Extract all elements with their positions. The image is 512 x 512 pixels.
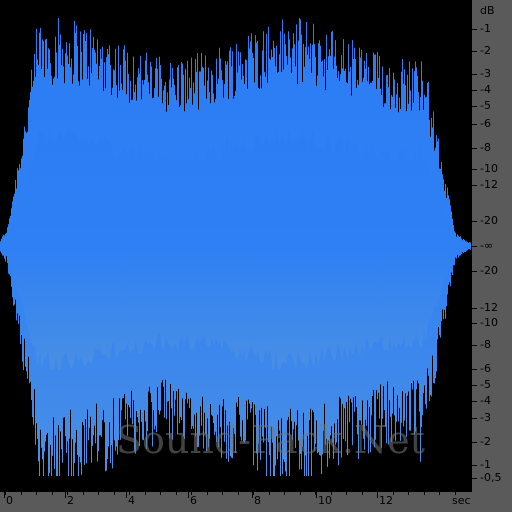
time-minor-tick [393,492,394,495]
time-tick [65,492,66,498]
db-tick-label: -∞ [480,239,494,252]
db-tick [472,29,477,30]
db-tick [472,323,477,324]
time-tick [188,492,189,498]
db-tick [472,185,477,186]
db-tick-label: -10 [480,316,498,329]
db-tick-label: -8 [480,141,491,154]
waveform-body [0,127,470,372]
db-tick-label: -10 [480,162,498,175]
time-minor-tick [207,492,208,495]
time-minor-tick [5,492,6,495]
db-tick [472,148,477,149]
time-minor-tick [238,492,239,495]
db-tick [472,401,477,402]
time-minor-tick [331,492,332,495]
db-tick-label: -1 [480,458,491,471]
db-tick-label: -20 [480,264,498,277]
db-unit-label: dB [480,4,495,17]
db-tick-label: -2 [480,44,491,57]
time-minor-tick [300,492,301,495]
time-tick-label: 10 [318,494,332,507]
time-tick-label: 6 [190,494,197,507]
time-minor-tick [362,492,363,495]
time-minor-tick [145,492,146,495]
time-minor-tick [176,492,177,495]
time-minor-tick [377,492,378,495]
db-tick [472,345,477,346]
db-tick-label: -5 [480,378,491,391]
time-tick-label: 2 [67,494,74,507]
db-ruler: dB -1 -2 -3 -4 -5 -6 -8 -10 -12 -20 -∞ -20 -12 -10 -8 -… [472,0,512,492]
db-tick [472,465,477,466]
time-minor-tick [98,492,99,495]
time-minor-tick [269,492,270,495]
db-tick [472,246,477,247]
time-tick [316,492,317,498]
db-tick-label: -3 [480,67,491,80]
time-ruler: 0 2 4 6 8 10 12 sec [0,492,512,512]
db-tick-label: -3 [480,411,491,424]
db-tick-label: -20 [480,214,498,227]
db-tick [472,478,477,479]
time-minor-tick [52,492,53,495]
db-tick [472,385,477,386]
watermark: Sound-Pack.Net [116,418,425,462]
db-tick [472,308,477,309]
time-minor-tick [160,492,161,495]
db-tick-label: -12 [480,301,498,314]
db-tick-label: -8 [480,338,491,351]
time-minor-tick [222,492,223,495]
db-tick [472,418,477,419]
time-minor-tick [424,492,425,495]
db-tick [472,271,477,272]
db-tick [472,51,477,52]
db-tick-label: -5 [480,99,491,112]
db-tick [472,74,477,75]
time-tick-label: 8 [254,494,261,507]
time-minor-tick [83,492,84,495]
time-minor-tick [67,492,68,495]
time-tick-label: 0 [6,494,13,507]
time-tick-label: 12 [379,494,393,507]
time-minor-tick [21,492,22,495]
db-tick [472,106,477,107]
db-tick-label: -6 [480,117,491,130]
time-tick-label: 4 [128,494,135,507]
time-minor-tick [346,492,347,495]
db-tick-label: -2 [480,435,491,448]
time-minor-tick [284,492,285,495]
db-tick [472,442,477,443]
time-minor-tick [36,492,37,495]
time-minor-tick [439,492,440,495]
time-minor-tick [408,492,409,495]
db-tick [472,369,477,370]
time-unit-label: sec [452,494,471,507]
db-tick [472,124,477,125]
time-minor-tick [191,492,192,495]
db-tick-label: -12 [480,178,498,191]
time-minor-tick [253,492,254,495]
db-tick-label: -4 [480,394,491,407]
db-tick-label: -1 [480,22,491,35]
time-minor-tick [129,492,130,495]
time-minor-tick [114,492,115,495]
db-tick-label: -0,5 [480,471,502,484]
db-tick-label: -4 [480,83,491,96]
db-tick-label: -6 [480,362,491,375]
db-tick [472,169,477,170]
time-minor-tick [315,492,316,495]
time-tick [126,492,127,498]
db-tick [472,90,477,91]
db-tick [472,221,477,222]
